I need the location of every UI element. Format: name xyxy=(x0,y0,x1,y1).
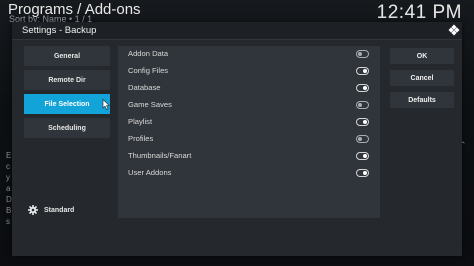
setting-label: Profiles xyxy=(128,134,154,143)
category-scheduling[interactable]: Scheduling xyxy=(24,118,110,138)
setting-label: Playlist xyxy=(128,117,153,126)
category-label: Remote Dir xyxy=(48,76,86,84)
setting-toggle[interactable] xyxy=(356,50,369,58)
defaults-button[interactable]: Defaults xyxy=(390,92,454,108)
setting-thumbnails-fanart[interactable]: Thumbnails/Fanart xyxy=(118,148,380,165)
dialog-header: Settings - Backup xyxy=(12,22,462,40)
setting-toggle[interactable] xyxy=(356,169,369,177)
setting-toggle[interactable] xyxy=(356,152,369,160)
settings-dialog: Settings - Backup General Remote Dir Fil… xyxy=(12,22,462,256)
setting-config-files[interactable]: Config Files xyxy=(118,63,380,80)
gear-icon xyxy=(28,205,38,215)
setting-toggle[interactable] xyxy=(356,84,369,92)
dialog-title: Settings - Backup xyxy=(22,25,97,36)
setting-label: Config Files xyxy=(128,66,169,75)
settings-level-label: Standard xyxy=(44,206,75,214)
category-label: General xyxy=(53,52,81,60)
category-general[interactable]: General xyxy=(24,46,110,66)
settings-level-button[interactable]: Standard xyxy=(28,205,74,215)
setting-database[interactable]: Database xyxy=(118,80,380,97)
setting-label: Addon Data xyxy=(128,49,169,58)
setting-label: Thumbnails/Fanart xyxy=(128,151,192,160)
kodi-logo-icon xyxy=(448,24,460,36)
setting-profiles[interactable]: Profiles xyxy=(118,131,380,148)
setting-toggle[interactable] xyxy=(356,101,369,109)
setting-game-saves[interactable]: Game Saves xyxy=(118,97,380,114)
category-label: Scheduling xyxy=(48,124,86,132)
setting-toggle[interactable] xyxy=(356,118,369,126)
category-file-selection[interactable]: File Selection xyxy=(24,94,110,114)
setting-label: Database xyxy=(128,83,161,92)
setting-label: User Addons xyxy=(128,168,172,177)
setting-user-addons[interactable]: User Addons xyxy=(118,165,380,182)
ok-button[interactable]: OK xyxy=(390,48,454,64)
setting-playlist[interactable]: Playlist xyxy=(118,114,380,131)
clock: 12:41 PM xyxy=(376,2,462,23)
cancel-button[interactable]: Cancel xyxy=(390,70,454,86)
mouse-pointer-icon xyxy=(102,99,110,110)
settings-list: Addon Data Config Files Database Game Sa… xyxy=(118,46,380,218)
setting-toggle[interactable] xyxy=(356,135,369,143)
setting-toggle[interactable] xyxy=(356,67,369,75)
setting-label: Game Saves xyxy=(128,100,172,109)
setting-addon-data[interactable]: Addon Data xyxy=(118,46,380,63)
category-label: File Selection xyxy=(44,100,90,108)
category-remote-dir[interactable]: Remote Dir xyxy=(24,70,110,90)
